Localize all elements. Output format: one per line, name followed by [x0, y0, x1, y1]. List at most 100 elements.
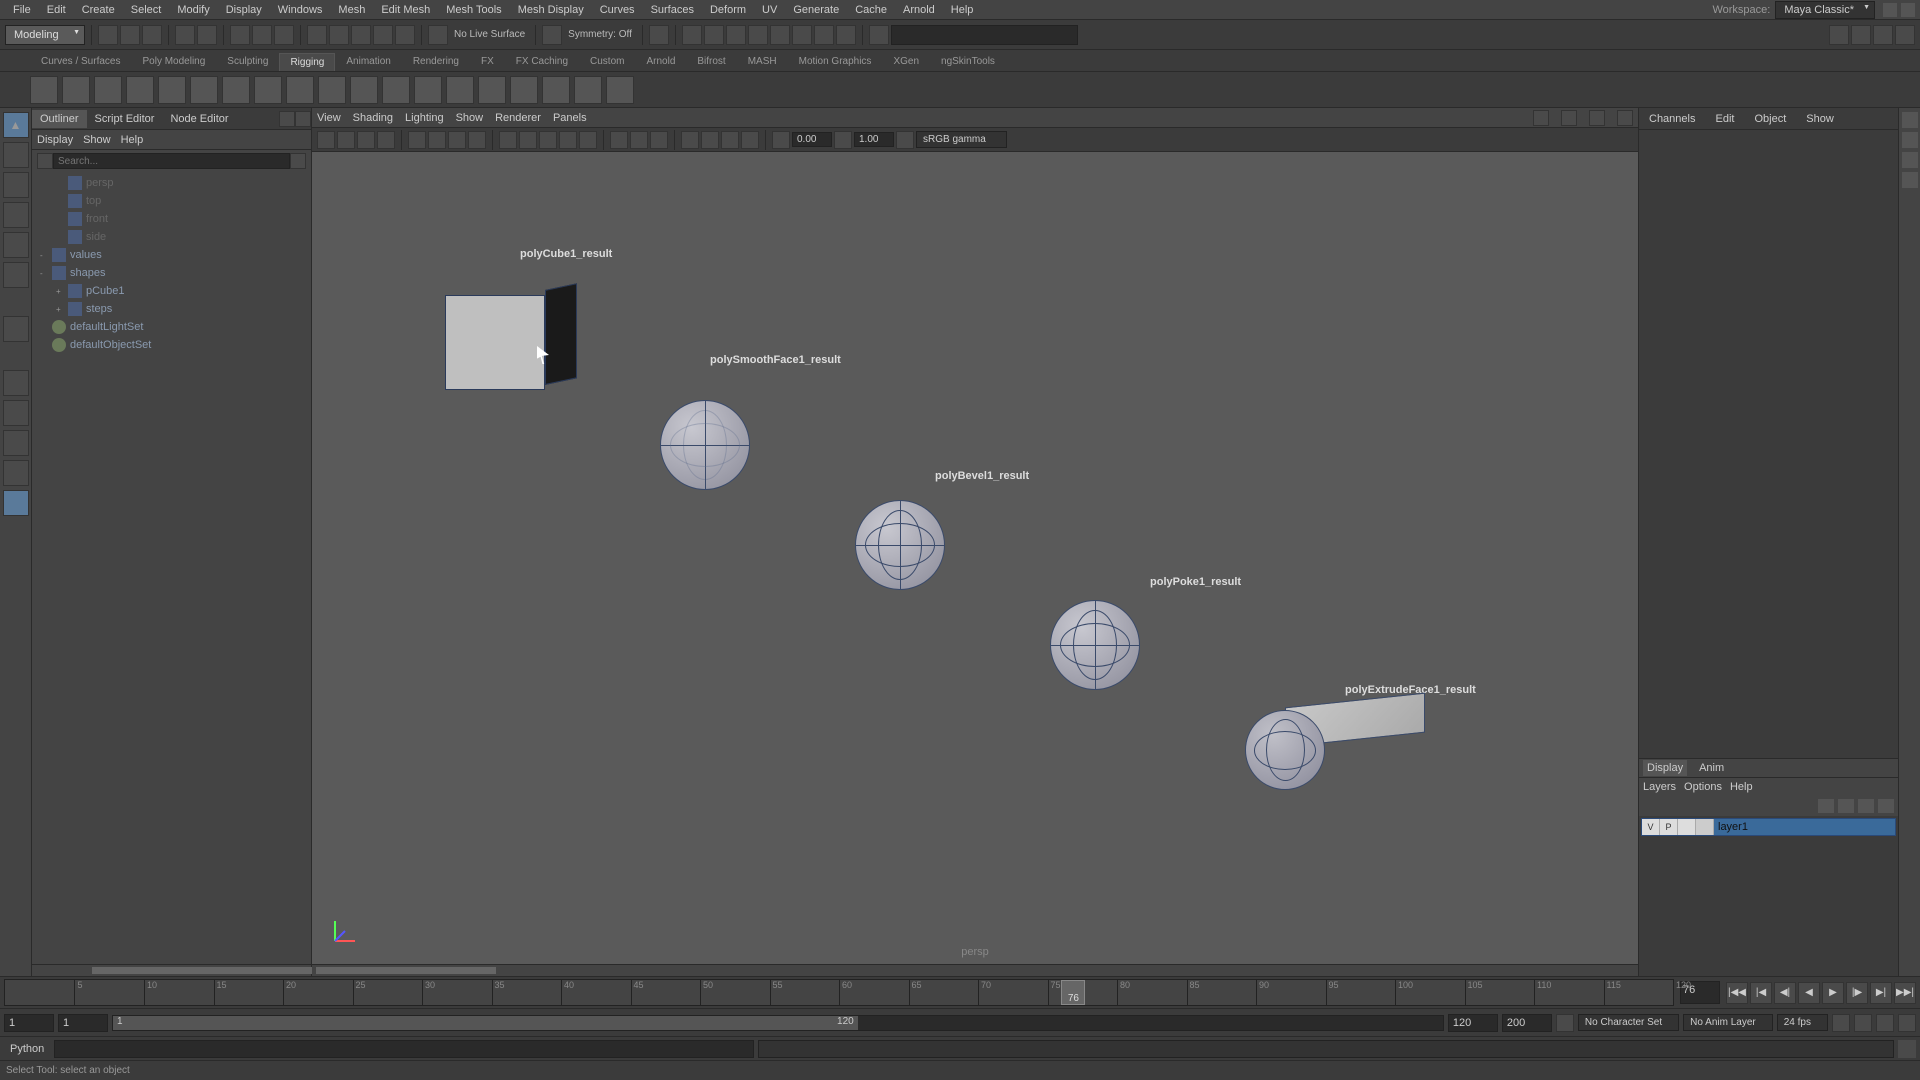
time-slider[interactable]: 5101520253035404550556065707580859095100…	[0, 976, 1920, 1008]
layer-color-swatch[interactable]	[1696, 819, 1714, 835]
pause-icon[interactable]	[836, 25, 856, 45]
menu-arnold[interactable]: Arnold	[895, 2, 943, 18]
prefs-icon[interactable]	[1898, 1014, 1916, 1032]
tab-outliner[interactable]: Outliner	[32, 110, 87, 128]
vp-colorspace-dropdown[interactable]: sRGB gamma	[916, 131, 1007, 148]
shelf-tab-fxcache[interactable]: FX Caching	[505, 52, 579, 71]
step-forward-icon[interactable]: |▶	[1846, 982, 1868, 1004]
menu-display[interactable]: Display	[218, 2, 270, 18]
cb-object-menu[interactable]: Object	[1748, 111, 1792, 127]
shelf-wrap-icon[interactable]	[350, 76, 378, 104]
workspace-reset-icon[interactable]	[1883, 3, 1897, 17]
toggle-channel-icon[interactable]	[1895, 25, 1915, 45]
vp-show-menu[interactable]: Show	[456, 112, 484, 124]
layertab-anim[interactable]: Anim	[1695, 760, 1728, 776]
command-input[interactable]	[54, 1040, 754, 1058]
toggle-modeling-icon[interactable]	[1829, 25, 1849, 45]
shelf-tab-custom[interactable]: Custom	[579, 52, 635, 71]
shelf-wire-icon[interactable]	[382, 76, 410, 104]
outliner-help-menu[interactable]: Help	[121, 134, 144, 146]
expand-icon[interactable]: +	[56, 287, 68, 296]
menu-mesh[interactable]: Mesh	[330, 2, 373, 18]
toggle-attribute-icon[interactable]	[1902, 112, 1918, 128]
vp-gear-icon[interactable]	[1533, 110, 1549, 126]
lasso-tool-icon[interactable]	[3, 142, 29, 168]
shelf-tab-fx[interactable]: FX	[470, 52, 505, 71]
vp-camera-icon[interactable]	[1589, 110, 1605, 126]
vp-exposure-icon[interactable]	[772, 131, 790, 149]
step-back-icon[interactable]: ◀|	[1774, 982, 1796, 1004]
vp-select-cam-icon[interactable]	[317, 131, 335, 149]
layout-persp-icon[interactable]	[3, 400, 29, 426]
paint-select-icon[interactable]	[274, 25, 294, 45]
shelf-tab-mograph[interactable]: Motion Graphics	[788, 52, 883, 71]
vp-wireframe-icon[interactable]	[499, 131, 517, 149]
vp-isolate-icon[interactable]	[610, 131, 628, 149]
outliner-item-front[interactable]: front	[32, 210, 311, 228]
light-editor-icon[interactable]	[792, 25, 812, 45]
tab-next-icon[interactable]	[295, 111, 311, 127]
outliner-display-menu[interactable]: Display	[37, 134, 73, 146]
layer-movedown-icon[interactable]	[1838, 799, 1854, 813]
vp-image-icon[interactable]	[1617, 110, 1633, 126]
shelf-tab-rigging[interactable]: Rigging	[279, 53, 335, 71]
layer-vis-toggle[interactable]: V	[1642, 819, 1660, 835]
vp-textured-icon[interactable]	[539, 131, 557, 149]
mesh-object[interactable]	[855, 500, 945, 590]
menu-surfaces[interactable]: Surfaces	[643, 2, 702, 18]
outliner-item-lightset[interactable]: defaultLightSet	[32, 318, 311, 336]
layers-help-menu[interactable]: Help	[1730, 781, 1753, 793]
vp-shadows-icon[interactable]	[579, 131, 597, 149]
quick-input[interactable]	[891, 25, 1078, 45]
outliner-item-shapes[interactable]: -shapes	[32, 264, 311, 282]
script-editor-icon[interactable]	[1898, 1040, 1916, 1058]
menu-help[interactable]: Help	[943, 2, 982, 18]
undo-icon[interactable]	[175, 25, 195, 45]
toggle-tool-icon[interactable]	[1873, 25, 1893, 45]
menu-edit[interactable]: Edit	[39, 2, 74, 18]
tab-nodeeditor[interactable]: Node Editor	[162, 110, 236, 128]
snap-grid-icon[interactable]	[307, 25, 327, 45]
shelf-tab-animation[interactable]: Animation	[335, 52, 401, 71]
script-language-label[interactable]: Python	[4, 1043, 50, 1055]
loop-icon[interactable]	[1832, 1014, 1850, 1032]
outliner-tree[interactable]: persp top front side -values -shapes +pC…	[32, 172, 311, 964]
live-surface-icon[interactable]	[428, 25, 448, 45]
vp-lighting-menu[interactable]: Lighting	[405, 112, 444, 124]
range-start-outer[interactable]: 1	[4, 1014, 54, 1032]
menu-meshdisplay[interactable]: Mesh Display	[510, 2, 592, 18]
snap-plane-icon[interactable]	[373, 25, 393, 45]
render-view-icon[interactable]	[770, 25, 790, 45]
audio-icon[interactable]	[1876, 1014, 1894, 1032]
range-end-outer[interactable]: 200	[1502, 1014, 1552, 1032]
render-setup-icon[interactable]	[814, 25, 834, 45]
character-set-icon[interactable]	[1556, 1014, 1574, 1032]
select-tool-icon[interactable]: ▲	[3, 112, 29, 138]
toggle-toolsettings-icon[interactable]	[1902, 132, 1918, 148]
shelf-tab-mash[interactable]: MASH	[737, 52, 788, 71]
rotate-tool-icon[interactable]	[3, 202, 29, 228]
layout-single-icon[interactable]	[3, 316, 29, 342]
menu-deform[interactable]: Deform	[702, 2, 754, 18]
quick-help-icon[interactable]	[869, 25, 889, 45]
expand-icon[interactable]: +	[56, 305, 68, 314]
last-tool-icon[interactable]	[3, 262, 29, 288]
layout-outliner-icon[interactable]	[3, 430, 29, 456]
vp-grid-icon[interactable]	[408, 131, 426, 149]
viewport-3d[interactable]: persp polyCube1_resultpolySmoothFace1_re…	[312, 152, 1638, 964]
vp-filmgate-icon[interactable]	[428, 131, 446, 149]
move-tool-icon[interactable]	[3, 172, 29, 198]
menu-generate[interactable]: Generate	[785, 2, 847, 18]
vp-resgate-icon[interactable]	[448, 131, 466, 149]
fps-dropdown[interactable]: 24 fps	[1777, 1014, 1828, 1031]
range-end-inner[interactable]: 120	[1448, 1014, 1498, 1032]
layout-custom-icon[interactable]	[3, 490, 29, 516]
go-start-icon[interactable]: |◀◀	[1726, 982, 1748, 1004]
vp-shaded-icon[interactable]	[519, 131, 537, 149]
vp-shading-menu[interactable]: Shading	[353, 112, 393, 124]
play-forward-icon[interactable]: ▶	[1822, 982, 1844, 1004]
redo-icon[interactable]	[197, 25, 217, 45]
outliner-item-persp[interactable]: persp	[32, 174, 311, 192]
outliner-scrollbar[interactable]	[32, 964, 311, 976]
outliner-item-side[interactable]: side	[32, 228, 311, 246]
